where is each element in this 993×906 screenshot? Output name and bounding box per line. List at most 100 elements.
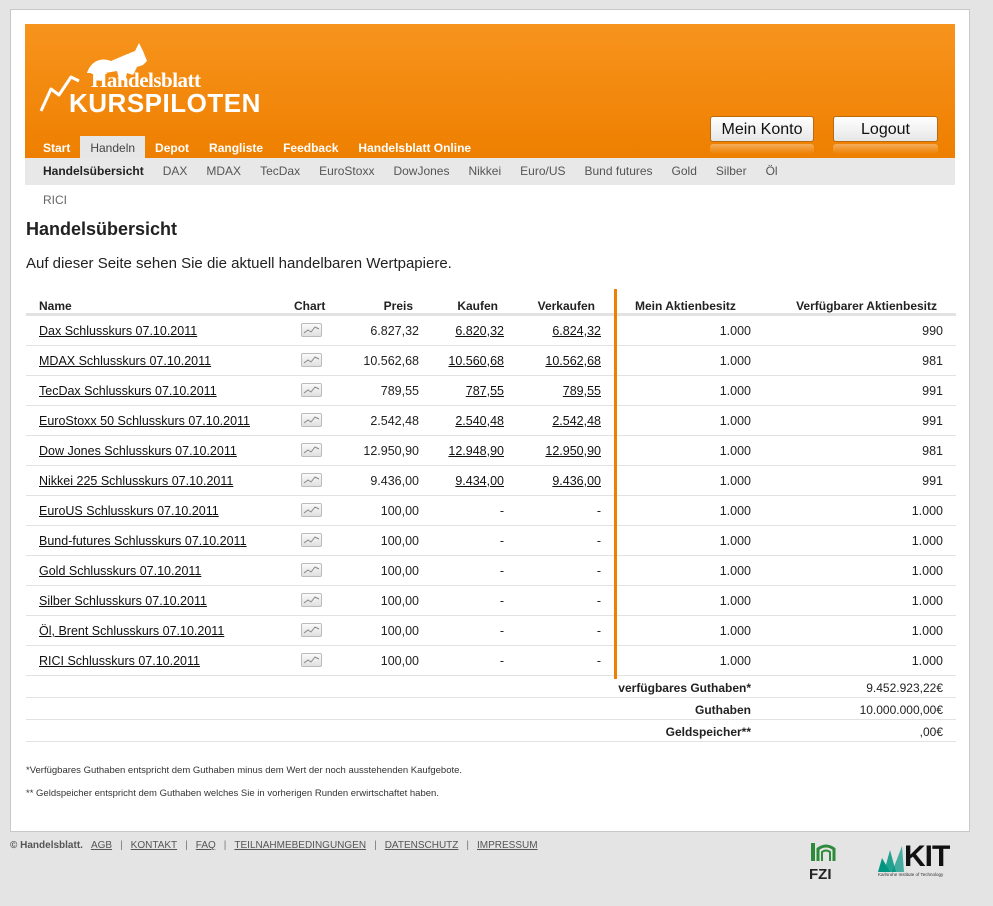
price-value: 100,00 bbox=[380, 504, 419, 518]
own-holdings-value: 1.000 bbox=[719, 654, 751, 668]
sell-price-link[interactable]: 789,55 bbox=[563, 384, 601, 398]
chart-icon[interactable] bbox=[301, 653, 322, 667]
subnav-tecdax[interactable]: TecDax bbox=[260, 158, 300, 185]
chart-icon[interactable] bbox=[301, 353, 322, 367]
sell-price-link[interactable]: 2.542,48 bbox=[552, 414, 601, 428]
nav-handelsblatt-online[interactable]: Handelsblatt Online bbox=[348, 136, 481, 158]
chart-icon[interactable] bbox=[301, 593, 322, 607]
footer-link-teilnahmebedingungen[interactable]: TEILNAHMEBEDINGUNGEN bbox=[234, 840, 366, 851]
table-header: Name Chart Preis Kaufen Verkaufen Mein A… bbox=[26, 289, 956, 316]
footer-link-impressum[interactable]: IMPRESSUM bbox=[477, 840, 538, 851]
price-value: 6.827,32 bbox=[370, 324, 419, 338]
security-name-link[interactable]: Nikkei 225 Schlusskurs 07.10.2011 bbox=[39, 474, 233, 488]
buy-price-empty: - bbox=[499, 624, 504, 638]
kurspiloten-logo[interactable]: Handelsblatt KURSPILOTEN bbox=[39, 39, 260, 119]
subnav-rici[interactable]: RICI bbox=[43, 193, 67, 207]
subnav-oel[interactable]: Öl bbox=[766, 158, 778, 185]
summary-label: verfügbares Guthaben* bbox=[618, 681, 751, 695]
nav-start[interactable]: Start bbox=[33, 136, 80, 158]
chart-icon[interactable] bbox=[301, 503, 322, 517]
price-value: 12.950,90 bbox=[363, 444, 419, 458]
security-name-link[interactable]: Silber Schlusskurs 07.10.2011 bbox=[39, 594, 207, 608]
available-holdings-value: 991 bbox=[922, 474, 943, 488]
footer-link-kontakt[interactable]: KONTAKT bbox=[131, 840, 177, 851]
logout-button[interactable]: Logout bbox=[833, 116, 938, 142]
kit-logo[interactable]: KIT Karlsruhe Institute of Technology bbox=[876, 840, 956, 880]
footer-link-datenschutz[interactable]: DATENSCHUTZ bbox=[385, 840, 459, 851]
subnav-mdax[interactable]: MDAX bbox=[206, 158, 241, 185]
subnav-dowjones[interactable]: DowJones bbox=[393, 158, 449, 185]
chart-icon[interactable] bbox=[301, 323, 322, 337]
page-title: Handelsübersicht bbox=[26, 219, 178, 239]
security-name-link[interactable]: Öl, Brent Schlusskurs 07.10.2011 bbox=[39, 624, 224, 638]
security-name-link[interactable]: TecDax Schlusskurs 07.10.2011 bbox=[39, 384, 217, 398]
nav-depot[interactable]: Depot bbox=[145, 136, 199, 158]
subnav-dax[interactable]: DAX bbox=[163, 158, 188, 185]
nav-feedback[interactable]: Feedback bbox=[273, 136, 348, 158]
subnav-eurous[interactable]: Euro/US bbox=[520, 158, 565, 185]
sub-nav: Handelsübersicht DAX MDAX TecDax EuroSto… bbox=[25, 158, 955, 185]
own-holdings-value: 1.000 bbox=[719, 384, 751, 398]
buy-price-link[interactable]: 12.948,90 bbox=[448, 444, 504, 458]
chart-icon[interactable] bbox=[301, 563, 322, 577]
table-row: Bund-futures Schlusskurs 07.10.2011 100,0… bbox=[26, 526, 956, 556]
page-description: Auf dieser Seite sehen Sie die aktuell h… bbox=[26, 255, 452, 272]
footnote-available-balance: *Verfügbares Guthaben entspricht dem Gut… bbox=[26, 765, 463, 776]
subnav-handelsuebersicht[interactable]: Handelsübersicht bbox=[43, 158, 144, 185]
security-name-link[interactable]: EuroUS Schlusskurs 07.10.2011 bbox=[39, 504, 219, 518]
summary-row: Guthaben 10.000.000,00€ bbox=[26, 698, 956, 720]
buy-price-empty: - bbox=[499, 654, 504, 668]
chart-icon[interactable] bbox=[301, 623, 322, 637]
own-holdings-value: 1.000 bbox=[719, 444, 751, 458]
footer-link-agb[interactable]: AGB bbox=[91, 840, 112, 851]
fzi-logo[interactable]: FZI bbox=[808, 839, 840, 883]
table-row: Nikkei 225 Schlusskurs 07.10.2011 9.436,0… bbox=[26, 466, 956, 496]
chart-icon[interactable] bbox=[301, 413, 322, 427]
sell-price-link[interactable]: 10.562,68 bbox=[545, 354, 601, 368]
main-nav: Start Handeln Depot Rangliste Feedback H… bbox=[33, 136, 481, 158]
available-holdings-value: 1.000 bbox=[911, 504, 943, 518]
security-name-link[interactable]: Bund-futures Schlusskurs 07.10.2011 bbox=[39, 534, 247, 548]
sell-price-link[interactable]: 9.436,00 bbox=[552, 474, 601, 488]
security-name-link[interactable]: EuroStoxx 50 Schlusskurs 07.10.2011 bbox=[39, 414, 250, 428]
available-holdings-value: 1.000 bbox=[911, 594, 943, 608]
subnav-eurostoxx[interactable]: EuroStoxx bbox=[319, 158, 374, 185]
security-name-link[interactable]: MDAX Schlusskurs 07.10.2011 bbox=[39, 354, 211, 368]
buy-price-link[interactable]: 787,55 bbox=[466, 384, 504, 398]
chart-icon[interactable] bbox=[301, 443, 322, 457]
table-row: RICI Schlusskurs 07.10.2011 100,00 - - 1.000… bbox=[26, 646, 956, 676]
summary-label: Guthaben bbox=[695, 703, 751, 717]
my-account-button[interactable]: Mein Konto bbox=[710, 116, 814, 142]
buy-price-link[interactable]: 9.434,00 bbox=[455, 474, 504, 488]
chart-icon[interactable] bbox=[301, 383, 322, 397]
security-name-link[interactable]: Dax Schlusskurs 07.10.2011 bbox=[39, 324, 197, 338]
security-name-link[interactable]: RICI Schlusskurs 07.10.2011 bbox=[39, 654, 200, 668]
buy-price-link[interactable]: 6.820,32 bbox=[455, 324, 504, 338]
own-holdings-value: 1.000 bbox=[719, 504, 751, 518]
security-name-link[interactable]: Gold Schlusskurs 07.10.2011 bbox=[39, 564, 201, 578]
footer-link-faq[interactable]: FAQ bbox=[196, 840, 216, 851]
fzi-logo-text: FZI bbox=[809, 866, 832, 883]
sell-price-link[interactable]: 12.950,90 bbox=[545, 444, 601, 458]
sell-price-link[interactable]: 6.824,32 bbox=[552, 324, 601, 338]
security-name-link[interactable]: Dow Jones Schlusskurs 07.10.2011 bbox=[39, 444, 237, 458]
available-holdings-value: 1.000 bbox=[911, 654, 943, 668]
subnav-nikkei[interactable]: Nikkei bbox=[468, 158, 501, 185]
subnav-gold[interactable]: Gold bbox=[672, 158, 697, 185]
col-header-name: Name bbox=[39, 299, 72, 313]
chart-icon[interactable] bbox=[301, 473, 322, 487]
subnav-silber[interactable]: Silber bbox=[716, 158, 747, 185]
nav-handeln[interactable]: Handeln bbox=[80, 136, 146, 158]
buy-price-link[interactable]: 10.560,68 bbox=[448, 354, 504, 368]
summary-row: verfügbares Guthaben* 9.452.923,22€ bbox=[26, 676, 956, 698]
summary-value: 10.000.000,00€ bbox=[859, 703, 943, 717]
table-row: MDAX Schlusskurs 07.10.2011 10.562,68 10.5… bbox=[26, 346, 956, 376]
table-row: Gold Schlusskurs 07.10.2011 100,00 - - 1.000… bbox=[26, 556, 956, 586]
own-holdings-value: 1.000 bbox=[719, 624, 751, 638]
nav-rangliste[interactable]: Rangliste bbox=[199, 136, 273, 158]
subnav-bund-futures[interactable]: Bund futures bbox=[585, 158, 653, 185]
kit-emblem-icon bbox=[878, 846, 904, 872]
buy-price-link[interactable]: 2.540,48 bbox=[455, 414, 504, 428]
available-holdings-value: 1.000 bbox=[911, 624, 943, 638]
chart-icon[interactable] bbox=[301, 533, 322, 547]
